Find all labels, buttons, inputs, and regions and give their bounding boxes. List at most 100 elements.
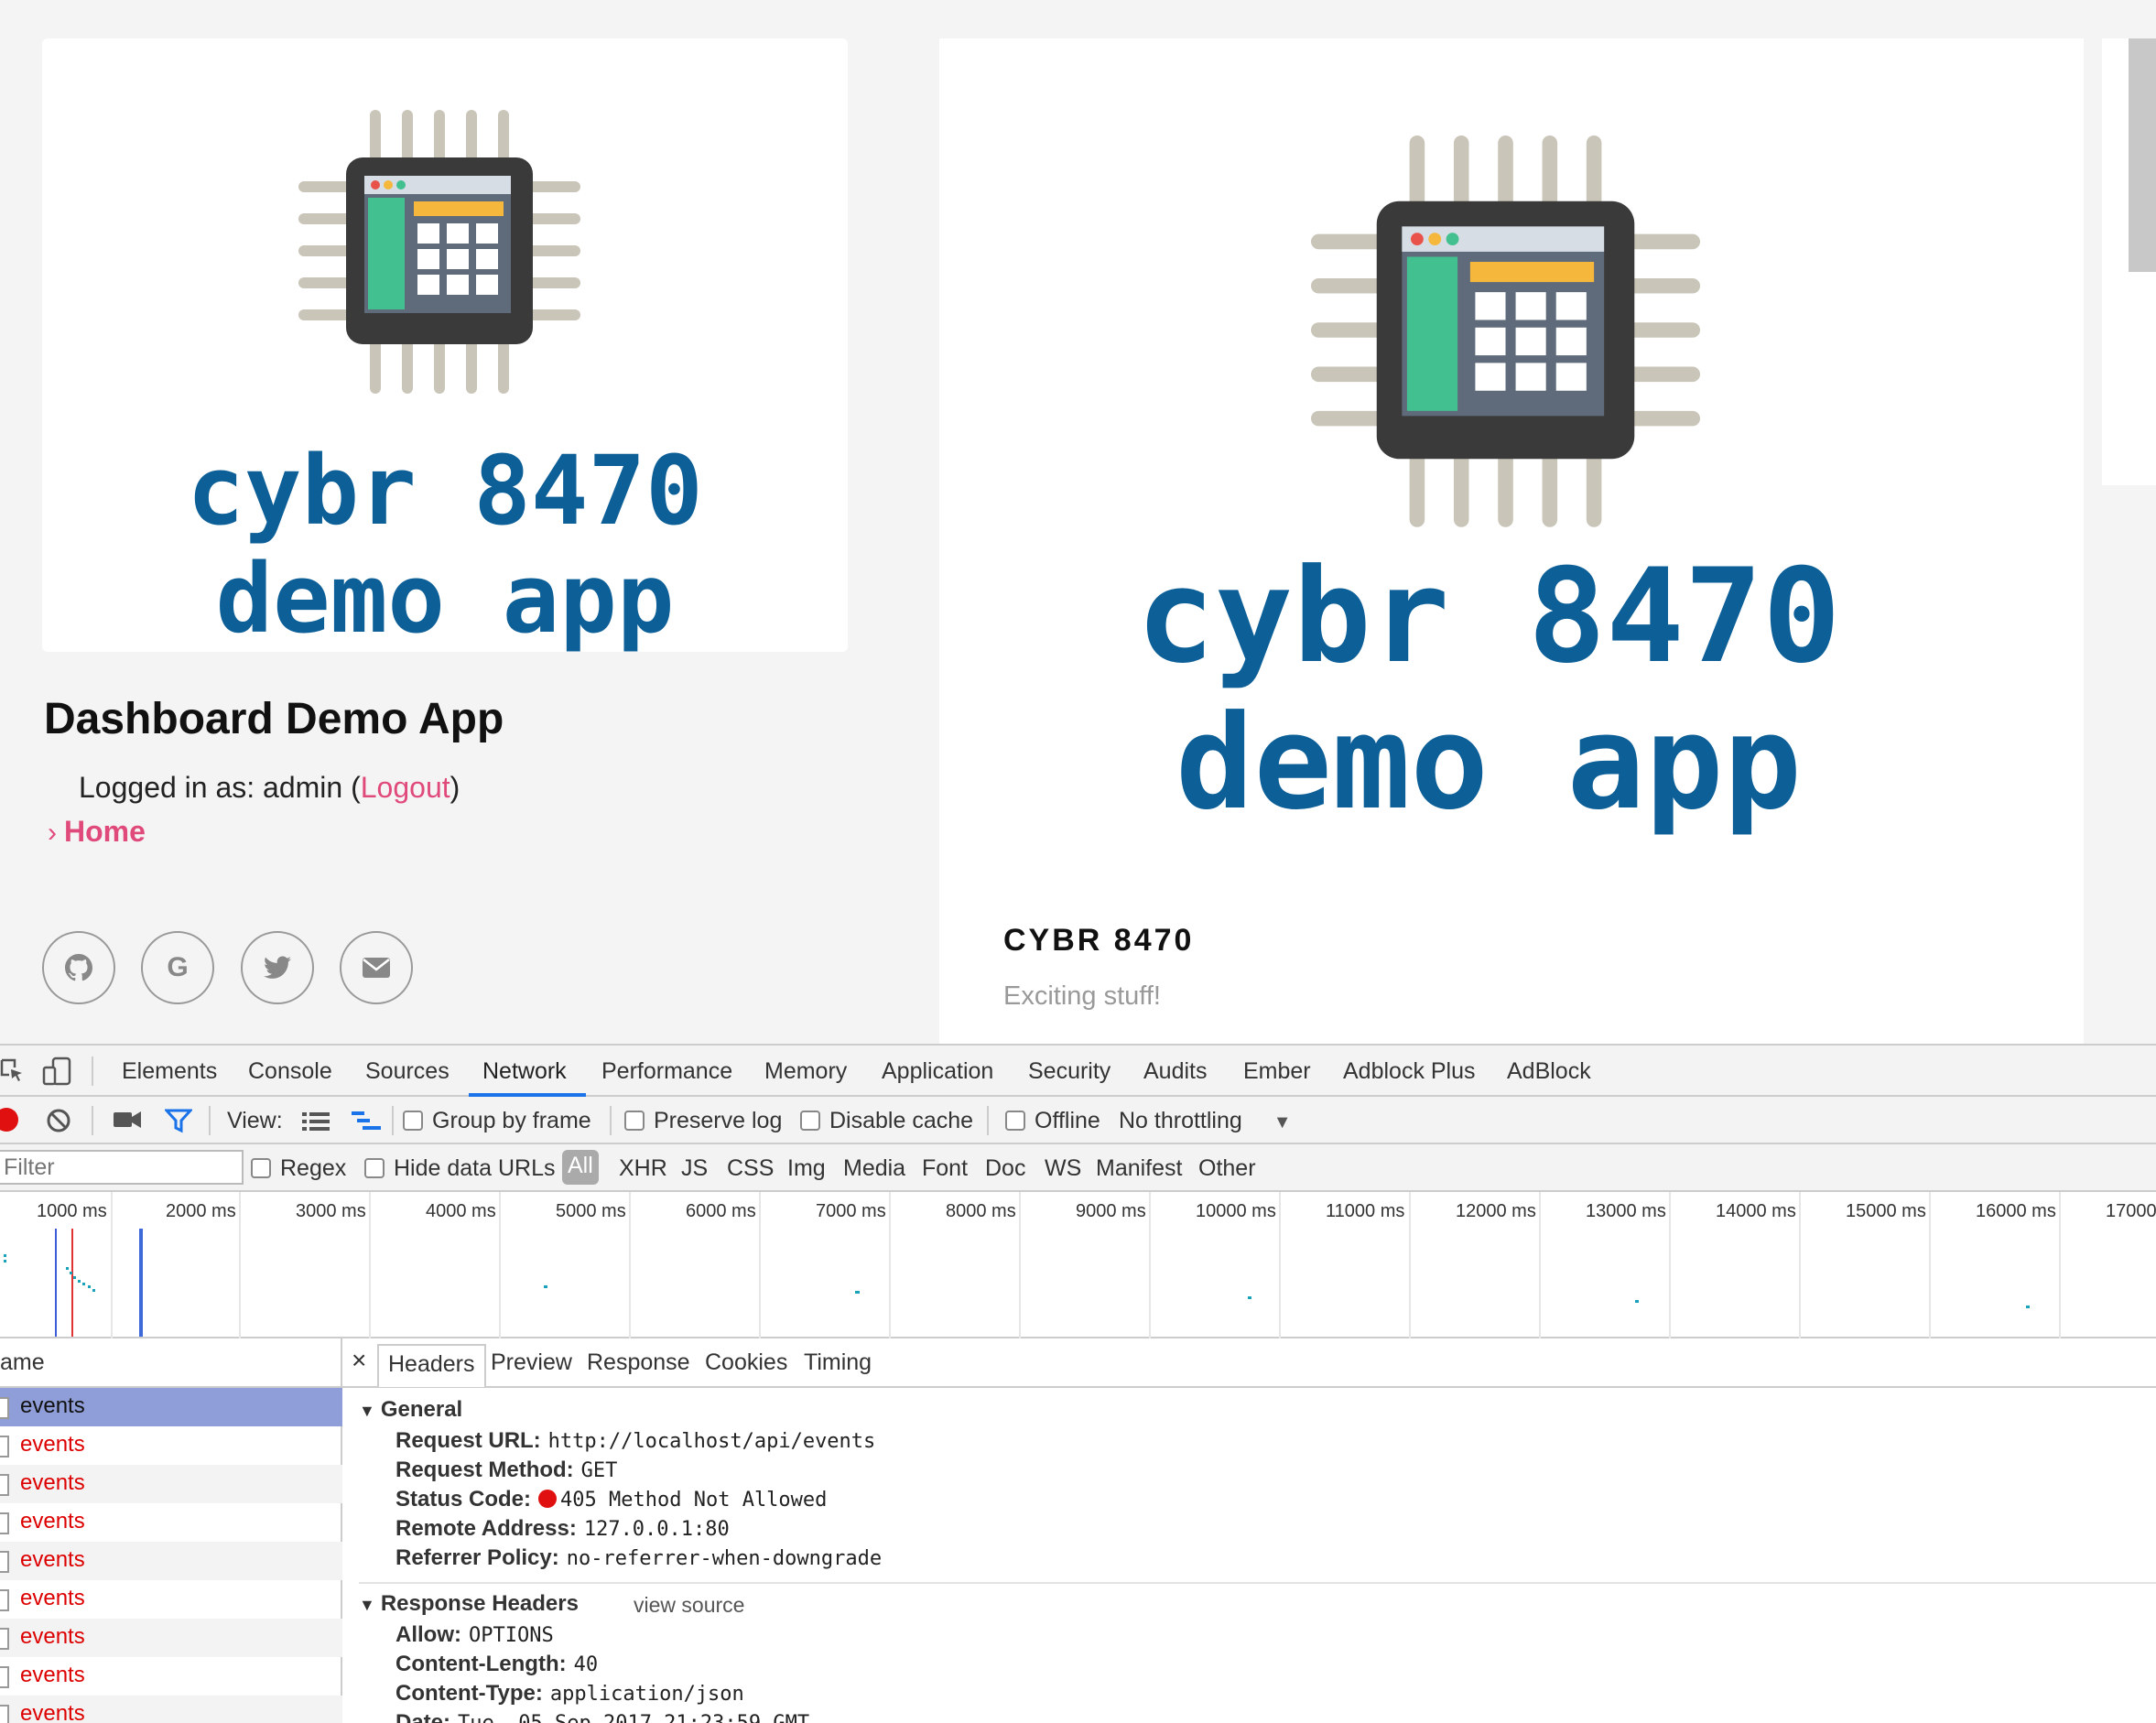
sidebar-logo-card: cybr 8470 demo app (42, 38, 848, 652)
filter-bar: Regex Hide data URLs All XHR JS CSS Img … (0, 1144, 2156, 1192)
file-icon (0, 1666, 9, 1688)
filter-type-media[interactable]: Media (843, 1155, 905, 1182)
filter-type-ws[interactable]: WS (1045, 1155, 1081, 1182)
twitter-button[interactable] (241, 931, 314, 1004)
email-button[interactable] (340, 931, 413, 1004)
tab-ember[interactable]: Ember (1243, 1058, 1311, 1085)
request-row[interactable]: events (0, 1503, 342, 1542)
waterfall-overview-icon[interactable] (352, 1110, 383, 1133)
tab-sources[interactable]: Sources (365, 1058, 450, 1085)
tab-security[interactable]: Security (1028, 1058, 1111, 1085)
filter-input[interactable] (0, 1150, 244, 1185)
tab-headers[interactable]: Headers (377, 1344, 486, 1387)
response-headers-title: Response Headers (380, 1591, 579, 1616)
request-name: events (20, 1509, 85, 1533)
tab-console[interactable]: Console (248, 1058, 332, 1085)
request-row[interactable]: events (0, 1465, 342, 1503)
device-toolbar-icon[interactable] (42, 1057, 73, 1086)
filter-type-css[interactable]: CSS (727, 1155, 774, 1182)
clear-icon[interactable] (46, 1108, 71, 1133)
logo-image: cybr 8470 demo app (187, 110, 703, 652)
request-row[interactable]: events (0, 1542, 342, 1580)
network-overview-timeline[interactable]: 1000 ms 2000 ms 3000 ms 4000 ms 5000 ms … (0, 1192, 2156, 1338)
home-nav-link[interactable]: › Home (48, 815, 146, 849)
name-column-header[interactable]: ame (0, 1338, 342, 1388)
request-row[interactable]: events (0, 1619, 342, 1657)
filter-type-img[interactable]: Img (787, 1155, 826, 1182)
regex-checkbox[interactable]: Regex (251, 1155, 346, 1182)
tab-adblock[interactable]: AdBlock (1507, 1058, 1591, 1085)
preserve-log-label: Preserve log (654, 1108, 783, 1133)
file-icon (0, 1474, 9, 1496)
response-headers-section-toggle[interactable]: ▼ Response Headers (359, 1591, 579, 1617)
request-waterfall-marks (4, 1254, 2030, 1308)
tab-application[interactable]: Application (882, 1058, 993, 1085)
logged-in-suffix: ) (450, 771, 460, 804)
github-icon (65, 954, 92, 981)
tab-performance[interactable]: Performance (601, 1058, 732, 1085)
divider (987, 1106, 989, 1135)
filter-type-manifest[interactable]: Manifest (1096, 1155, 1182, 1182)
request-method-row: Request Method: GET (395, 1458, 617, 1483)
divider (392, 1106, 394, 1135)
github-button[interactable] (42, 931, 115, 1004)
request-row[interactable]: events (0, 1388, 342, 1426)
request-row[interactable]: events (0, 1426, 342, 1465)
logged-in-prefix: Logged in as: admin ( (79, 771, 361, 804)
hide-data-urls-checkbox[interactable]: Hide data URLs (364, 1155, 555, 1182)
timeline-label: 4000 ms (426, 1201, 496, 1221)
network-toolbar: View: Group by frame Preserve log Disabl… (0, 1097, 2156, 1144)
inspect-element-icon[interactable] (0, 1058, 24, 1084)
close-icon[interactable]: × (352, 1346, 366, 1375)
request-row[interactable]: events (0, 1657, 342, 1696)
request-list: ame events events events events events e… (0, 1338, 342, 1723)
request-row[interactable]: events (0, 1696, 342, 1723)
referrer-policy-value: no-referrer-when-downgrade (566, 1547, 883, 1570)
large-rows-icon[interactable] (302, 1111, 330, 1132)
tab-audits[interactable]: Audits (1143, 1058, 1207, 1085)
regex-label: Regex (280, 1155, 347, 1181)
request-url-label: Request URL: (395, 1428, 541, 1453)
filter-type-all[interactable]: All (562, 1150, 599, 1185)
request-row[interactable]: events (0, 1580, 342, 1619)
disable-cache-checkbox[interactable]: Disable cache (800, 1108, 973, 1134)
tab-memory[interactable]: Memory (764, 1058, 847, 1085)
filter-type-other[interactable]: Other (1198, 1155, 1256, 1182)
view-source-link[interactable]: view source (634, 1593, 744, 1618)
file-icon (0, 1436, 9, 1458)
tab-cookies[interactable]: Cookies (705, 1349, 787, 1376)
devtools-tab-bar: Elements Console Sources Network Perform… (0, 1046, 2156, 1097)
offline-checkbox[interactable]: Offline (1005, 1108, 1100, 1134)
preserve-log-checkbox[interactable]: Preserve log (624, 1108, 782, 1134)
timeline-label: 12000 ms (1456, 1201, 1536, 1221)
throttling-value: No throttling (1119, 1108, 1242, 1133)
scrollbar-thumb[interactable] (2129, 38, 2156, 272)
filter-type-font[interactable]: Font (922, 1155, 968, 1182)
app-root: cybr 8470 demo app Dashboard Demo App Lo… (0, 0, 2156, 1723)
tab-elements[interactable]: Elements (122, 1058, 217, 1085)
filter-type-js[interactable]: JS (681, 1155, 708, 1182)
timeline-label: 2000 ms (166, 1201, 236, 1221)
general-section-toggle[interactable]: ▼ General (359, 1397, 462, 1423)
record-icon[interactable] (0, 1108, 18, 1132)
filter-funnel-icon[interactable] (165, 1108, 192, 1133)
tab-response[interactable]: Response (587, 1349, 690, 1376)
card-title: CYBR 8470 (1003, 923, 1195, 958)
timeline-label: 16000 ms (1976, 1201, 2056, 1221)
timeline-label: 7000 ms (816, 1201, 886, 1221)
google-button[interactable]: G (141, 931, 214, 1004)
filter-type-xhr[interactable]: XHR (619, 1155, 667, 1182)
tab-network[interactable]: Network (482, 1058, 567, 1085)
logout-link[interactable]: Logout (361, 771, 450, 804)
throttling-select[interactable]: No throttling ▼ (1119, 1108, 1292, 1134)
tab-adblock-plus[interactable]: Adblock Plus (1343, 1058, 1476, 1085)
tab-timing[interactable]: Timing (804, 1349, 872, 1376)
content-length-value: 40 (573, 1653, 599, 1676)
tab-preview[interactable]: Preview (491, 1349, 572, 1376)
group-by-frame-checkbox[interactable]: Group by frame (403, 1108, 591, 1134)
filter-type-doc[interactable]: Doc (985, 1155, 1025, 1182)
twitter-icon (264, 956, 291, 979)
request-name: events (20, 1470, 85, 1495)
screenshot-camera-icon[interactable] (114, 1110, 141, 1130)
date-value: Tue, 05 Sep 2017 21:23:59 GMT (458, 1712, 809, 1723)
